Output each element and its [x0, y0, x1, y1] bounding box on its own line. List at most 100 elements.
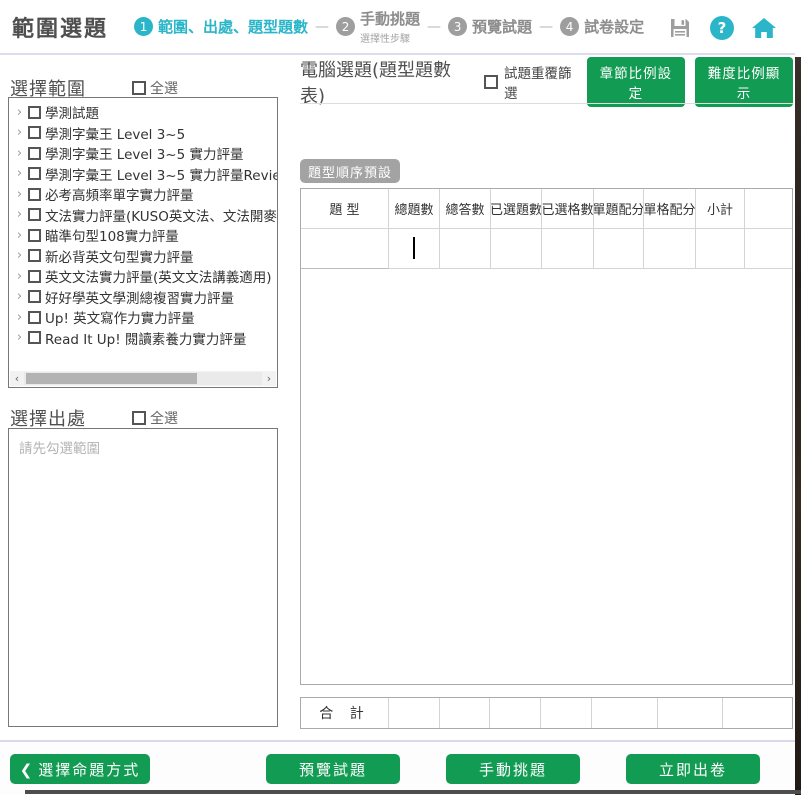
- table-body-cell[interactable]: [440, 229, 491, 269]
- expand-chevron-icon[interactable]: ›: [13, 310, 26, 325]
- range-tree-panel[interactable]: ›學測試題›學測字彙王 Level 3~5›學測字彙王 Level 3~5 實力…: [8, 97, 278, 388]
- preview-questions-button[interactable]: 預覽試題: [266, 754, 400, 784]
- totals-cell: [541, 698, 592, 728]
- duplicate-filter-checkbox[interactable]: [484, 75, 498, 89]
- step-4-paper-settings[interactable]: 4 試卷設定: [560, 16, 644, 37]
- step-3-badge: 3: [448, 17, 467, 36]
- tree-item-checkbox[interactable]: [28, 188, 41, 201]
- expand-chevron-icon[interactable]: ›: [13, 228, 26, 243]
- page-title: 範圍選題: [12, 11, 108, 43]
- expand-chevron-icon[interactable]: ›: [13, 269, 26, 284]
- hscroll-track[interactable]: [24, 372, 262, 385]
- save-icon[interactable]: [667, 15, 693, 41]
- expand-chevron-icon[interactable]: ›: [13, 248, 26, 263]
- table-header-cell: 已選格數: [542, 189, 594, 229]
- expand-chevron-icon[interactable]: ›: [13, 166, 26, 181]
- tree-item[interactable]: › 必考高頻率單字實力評量: [13, 184, 275, 205]
- totals-cell: [490, 698, 541, 728]
- table-body-cell[interactable]: [594, 229, 644, 269]
- difficulty-ratio-button[interactable]: 難度比例顯示: [695, 57, 793, 107]
- table-body-cell[interactable]: [644, 229, 696, 269]
- totals-cell: [592, 698, 658, 728]
- table-body-cell[interactable]: [389, 229, 440, 269]
- tree-item[interactable]: ›Read It Up! 閱讀素養力實力評量: [13, 328, 275, 349]
- tree-item-checkbox[interactable]: [28, 331, 41, 344]
- expand-chevron-icon[interactable]: ›: [13, 207, 26, 222]
- tree-item[interactable]: › 瞄準句型108實力評量: [13, 225, 275, 246]
- tree-item[interactable]: ›新必背英文句型實力評量: [13, 246, 275, 267]
- expand-chevron-icon[interactable]: ›: [13, 105, 26, 120]
- step-dash: —: [427, 19, 441, 35]
- table-header-cell: 已選題數: [491, 189, 542, 229]
- tree-item-label: 必考高頻率單字實力評量: [45, 184, 194, 204]
- tree-item-label: 瞄準句型108實力評量: [45, 225, 179, 245]
- step-3-preview[interactable]: 3 預覽試題: [448, 16, 532, 37]
- tree-item-checkbox[interactable]: [28, 290, 41, 303]
- chapter-ratio-button[interactable]: 章節比例設定: [587, 57, 685, 107]
- tree-item-label: 學測字彙王 Level 3~5 實力評量Review: [45, 164, 278, 184]
- tree-item-checkbox[interactable]: [28, 249, 41, 262]
- step-4-badge: 4: [560, 17, 579, 36]
- choose-method-back-button[interactable]: ❮選擇命題方式: [10, 754, 150, 784]
- totals-row: 合 計: [300, 697, 793, 729]
- expand-chevron-icon[interactable]: ›: [13, 125, 26, 140]
- duplicate-filter[interactable]: 試題重覆篩選: [484, 62, 577, 102]
- range-tree-hscrollbar[interactable]: ‹ ›: [10, 371, 276, 386]
- help-icon[interactable]: ?: [709, 15, 735, 41]
- tree-item-label: 英文文法實力評量(英文文法講義適用): [45, 266, 272, 286]
- tree-item-checkbox[interactable]: [28, 106, 41, 119]
- footer-bar: ❮選擇命題方式 預覽試題 手動挑題 立即出卷: [0, 742, 795, 795]
- tree-item-checkbox[interactable]: [28, 167, 41, 180]
- top-header: 範圍選題 1 範圍、出處、題型題數 — 2 手動挑題 選擇性步驟 — 3 預覽試…: [0, 0, 795, 55]
- table-body-cell[interactable]: [745, 229, 792, 269]
- right-panel-divider: [300, 103, 793, 104]
- scroll-left-icon[interactable]: ‹: [10, 371, 24, 386]
- tree-item-checkbox[interactable]: [28, 208, 41, 221]
- expand-chevron-icon[interactable]: ›: [13, 289, 26, 304]
- page-bottom-strip: [25, 790, 801, 794]
- tree-item[interactable]: ›好好學英文學測總複習實力評量: [13, 287, 275, 308]
- tree-item[interactable]: ›文法實力評量(KUSO英文法、文法開麥拉: [13, 205, 275, 226]
- table-header-cell: [745, 189, 792, 229]
- tree-item[interactable]: ›學測字彙王 Level 3~5 實力評量: [13, 143, 275, 164]
- tree-item-checkbox[interactable]: [28, 229, 41, 242]
- tree-item-checkbox[interactable]: [28, 147, 41, 160]
- tree-item[interactable]: › 英文文法實力評量(英文文法講義適用): [13, 266, 275, 287]
- hscroll-thumb[interactable]: [26, 373, 197, 384]
- tree-item-label: Up! 英文寫作力實力評量: [45, 307, 195, 327]
- text-caret: [413, 237, 415, 259]
- table-body-cell[interactable]: [542, 229, 594, 269]
- tree-item-checkbox[interactable]: [28, 311, 41, 324]
- question-order-tag[interactable]: 題型順序預設: [300, 159, 400, 183]
- tree-item[interactable]: › 學測字彙王 Level 3~5 實力評量Review: [13, 164, 275, 185]
- step-dash: —: [315, 19, 329, 35]
- tree-item[interactable]: › Up! 英文寫作力實力評量: [13, 307, 275, 328]
- expand-chevron-icon[interactable]: ›: [13, 187, 26, 202]
- table-header-cell: 總答數: [440, 189, 491, 229]
- range-select-all[interactable]: 全選: [132, 78, 178, 98]
- question-type-table: 題 型總題數總答數已選題數已選格數單題配分單格配分小計: [300, 188, 793, 685]
- expand-chevron-icon[interactable]: ›: [13, 146, 26, 161]
- step-1-range[interactable]: 1 範圍、出處、題型題數: [134, 16, 308, 37]
- step-2-manual-pick[interactable]: 2 手動挑題 選擇性步驟: [336, 8, 420, 45]
- expand-chevron-icon[interactable]: ›: [13, 330, 26, 345]
- tree-item-checkbox[interactable]: [28, 126, 41, 139]
- table-body-cell[interactable]: [696, 229, 745, 269]
- totals-cell: [440, 698, 490, 728]
- home-icon[interactable]: [751, 15, 777, 41]
- totals-cell: [658, 698, 723, 728]
- tree-item[interactable]: ›學測試題: [13, 102, 275, 123]
- source-list-panel[interactable]: 請先勾選範圍: [8, 428, 278, 727]
- manual-pick-button[interactable]: 手動挑題: [446, 754, 580, 784]
- table-body-cell[interactable]: [301, 229, 389, 269]
- source-select-all-checkbox[interactable]: [132, 411, 146, 425]
- totals-cell: [389, 698, 440, 728]
- generate-paper-button[interactable]: 立即出卷: [626, 754, 760, 784]
- table-body-cell[interactable]: [491, 229, 542, 269]
- source-select-all[interactable]: 全選: [132, 408, 178, 428]
- tree-item-checkbox[interactable]: [28, 270, 41, 283]
- range-select-all-checkbox[interactable]: [132, 81, 146, 95]
- table-header-cell: 單題配分: [594, 189, 644, 229]
- scroll-right-icon[interactable]: ›: [262, 371, 276, 386]
- tree-item[interactable]: ›學測字彙王 Level 3~5: [13, 123, 275, 144]
